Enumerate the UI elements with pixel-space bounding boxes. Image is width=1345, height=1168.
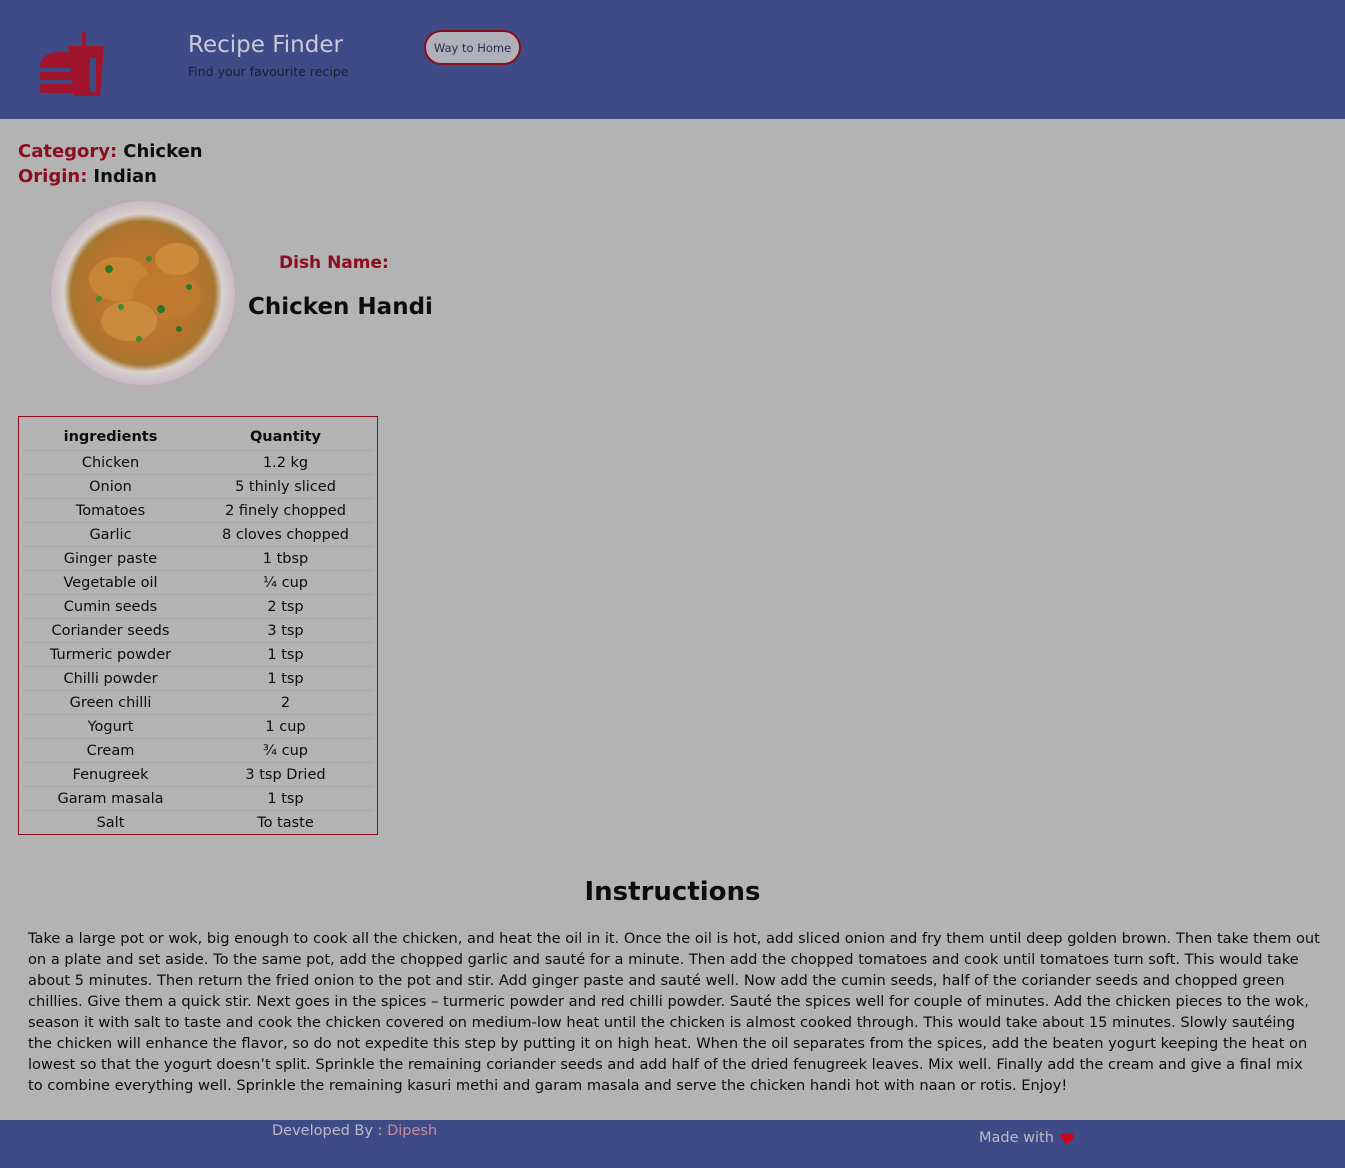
app-subtitle: Find your favourite recipe bbox=[188, 64, 349, 79]
column-header-quantity: Quantity bbox=[249, 428, 322, 445]
ingredient-quantity: 3 tsp bbox=[267, 622, 304, 639]
origin-value: Indian bbox=[93, 166, 157, 187]
ingredient-quantity: 2 finely chopped bbox=[225, 502, 346, 519]
table-row: Ginger paste 1 tbsp bbox=[23, 547, 373, 571]
ingredient-name: Green chilli bbox=[69, 694, 152, 711]
origin-line: Origin: Indian bbox=[18, 166, 157, 187]
ingredient-name: Garam masala bbox=[57, 790, 164, 807]
made-with: Made with bbox=[979, 1130, 1074, 1146]
ingredient-name: Cream bbox=[86, 742, 135, 759]
dish-name: Chicken Handi bbox=[248, 294, 433, 320]
ingredient-name: Onion bbox=[89, 478, 132, 495]
ingredient-name: Coriander seeds bbox=[51, 622, 170, 639]
ingredient-name: Turmeric powder bbox=[49, 646, 172, 663]
table-row: Chicken 1.2 kg bbox=[23, 451, 373, 475]
developed-by: Developed By : Dipesh bbox=[272, 1123, 437, 1139]
ingredient-name: Garlic bbox=[89, 526, 132, 543]
ingredient-name: Fenugreek bbox=[72, 766, 149, 783]
table-row: Cream ¾ cup bbox=[23, 739, 373, 763]
column-header-ingredients: ingredients bbox=[63, 428, 158, 445]
ingredient-name: Salt bbox=[96, 815, 125, 831]
table-row: Tomatoes 2 finely chopped bbox=[23, 499, 373, 523]
category-line: Category: Chicken bbox=[18, 141, 203, 162]
ingredient-quantity: 2 bbox=[280, 694, 291, 711]
table-row: Onion 5 thinly sliced bbox=[23, 475, 373, 499]
table-row: Turmeric powder 1 tsp bbox=[23, 643, 373, 667]
ingredient-name: Vegetable oil bbox=[63, 574, 158, 591]
category-label: Category: bbox=[18, 141, 118, 162]
ingredient-quantity: 3 tsp Dried bbox=[245, 766, 326, 783]
ingredient-name: Yogurt bbox=[87, 718, 134, 735]
heart-icon bbox=[1060, 1132, 1074, 1144]
table-row: Coriander seeds 3 tsp bbox=[23, 619, 373, 643]
ingredient-quantity: 1 tsp bbox=[267, 646, 304, 663]
table-row: Garlic 8 cloves chopped bbox=[23, 523, 373, 547]
ingredient-quantity: 8 cloves chopped bbox=[222, 526, 349, 543]
table-row: Vegetable oil ¼ cup bbox=[23, 571, 373, 595]
ingredient-quantity: 1 tbsp bbox=[262, 550, 309, 567]
ingredient-quantity: 1.2 kg bbox=[262, 454, 309, 471]
ingredient-quantity: ¾ cup bbox=[262, 742, 309, 759]
ingredient-name: Cumin seeds bbox=[63, 598, 158, 615]
dish-name-label: Dish Name: bbox=[279, 253, 389, 273]
way-to-home-button[interactable]: Way to Home bbox=[424, 30, 521, 65]
instructions-title: Instructions bbox=[584, 877, 761, 907]
instructions-text: Take a large pot or wok, big enough to c… bbox=[28, 930, 1320, 1094]
ingredient-name: Ginger paste bbox=[63, 550, 158, 567]
ingredient-quantity: 2 tsp bbox=[267, 598, 304, 615]
ingredient-name: Chicken bbox=[81, 454, 140, 471]
table-row: Cumin seeds 2 tsp bbox=[23, 595, 373, 619]
ingredient-quantity: To taste bbox=[257, 815, 314, 831]
table-row: Yogurt 1 cup bbox=[23, 715, 373, 739]
app-title: Recipe Finder bbox=[188, 32, 343, 58]
ingredient-name: Tomatoes bbox=[75, 502, 146, 519]
ingredient-name: Chilli powder bbox=[63, 670, 158, 687]
ingredient-quantity: 5 thinly sliced bbox=[235, 478, 336, 495]
category-value: Chicken bbox=[123, 141, 203, 162]
table-header-row: ingredients Quantity bbox=[23, 423, 373, 451]
developed-by-label: Developed By : bbox=[272, 1123, 388, 1139]
footer: Developed By : Dipesh Made with bbox=[0, 1120, 1345, 1168]
ingredient-quantity: 1 tsp bbox=[267, 670, 304, 687]
table-row: Fenugreek 3 tsp Dried bbox=[23, 763, 373, 787]
table-row: Garam masala 1 tsp bbox=[23, 787, 373, 811]
dish-image bbox=[49, 199, 237, 387]
ingredient-quantity: 1 tsp bbox=[267, 790, 304, 807]
header: Recipe Finder Find your favourite recipe… bbox=[0, 0, 1345, 119]
table-row: Chilli powder 1 tsp bbox=[23, 667, 373, 691]
developer-link[interactable]: Dipesh bbox=[387, 1123, 437, 1139]
made-with-label: Made with bbox=[979, 1130, 1054, 1146]
burger-drink-logo-icon[interactable] bbox=[38, 30, 108, 98]
table-row: Green chilli 2 bbox=[23, 691, 373, 715]
ingredient-quantity: 1 cup bbox=[265, 718, 306, 735]
origin-label: Origin: bbox=[18, 166, 88, 187]
ingredient-quantity: ¼ cup bbox=[262, 574, 309, 591]
ingredients-table: ingredients Quantity Chicken 1.2 kg Onion… bbox=[18, 416, 378, 835]
table-row: Salt To taste bbox=[23, 811, 373, 835]
